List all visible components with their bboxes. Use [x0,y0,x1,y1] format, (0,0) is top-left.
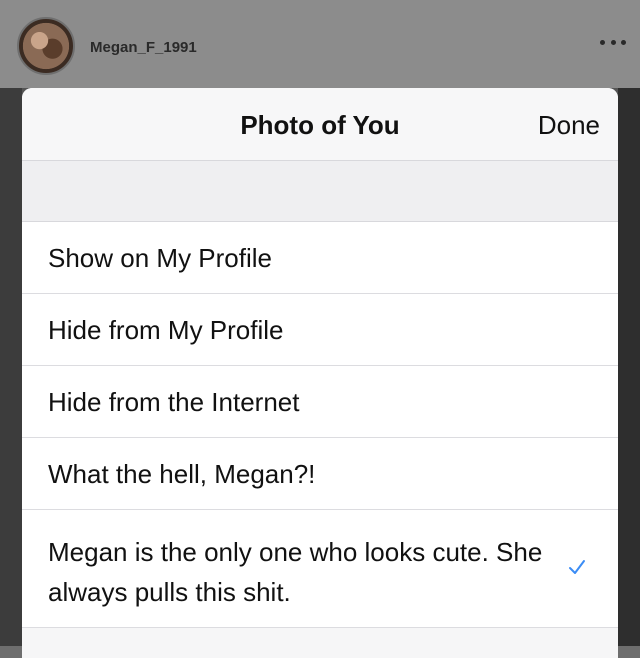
sheet-header: Photo of You Done [22,88,618,161]
option-label: Megan is the only one who looks cute. Sh… [48,537,543,607]
photo-of-you-sheet: Photo of You Done Show on My Profile Hid… [22,88,618,658]
option-hide-from-profile[interactable]: Hide from My Profile [22,294,618,366]
option-megan-cute[interactable]: Megan is the only one who looks cute. Sh… [22,510,618,628]
more-options-icon[interactable] [600,38,626,46]
post-header: Megan_F_1991 [0,0,640,88]
option-show-on-profile[interactable]: Show on My Profile [22,222,618,294]
done-button[interactable]: Done [538,110,600,141]
option-label: Show on My Profile [48,243,272,273]
option-label: Hide from My Profile [48,315,284,345]
sheet-spacer [22,161,618,222]
option-hide-from-internet[interactable]: Hide from the Internet [22,366,618,438]
options-list: Show on My Profile Hide from My Profile … [22,222,618,628]
checkmark-icon [569,560,585,574]
option-what-the-hell[interactable]: What the hell, Megan?! [22,438,618,510]
avatar[interactable] [17,17,75,75]
option-label: What the hell, Megan?! [48,459,316,489]
option-label: Hide from the Internet [48,387,300,417]
username[interactable]: Megan_F_1991 [90,39,197,56]
sheet-title: Photo of You [240,110,400,140]
